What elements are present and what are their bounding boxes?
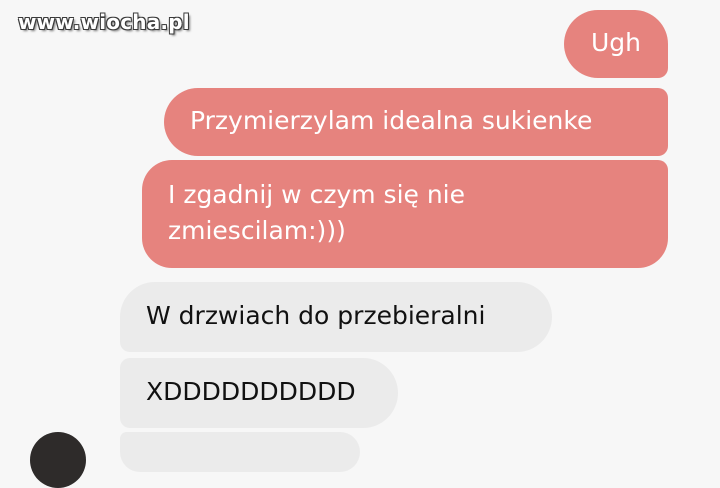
watermark-text: www.wiocha.pl [18,10,190,34]
message-bubble-received[interactable]: XDDDDDDDDDD [120,358,398,428]
message-bubble-received[interactable]: W drzwiach do przebieralni [120,282,552,352]
message-bubble-sent[interactable]: Ugh [564,10,668,78]
message-bubble-sent[interactable]: I zgadnij w czym się nie zmiescilam:))) [142,160,668,268]
message-bubble-received-partial[interactable] [120,432,360,472]
message-bubble-sent[interactable]: Przymierzylam idealna sukienke [164,88,668,156]
contact-avatar[interactable] [30,432,86,488]
